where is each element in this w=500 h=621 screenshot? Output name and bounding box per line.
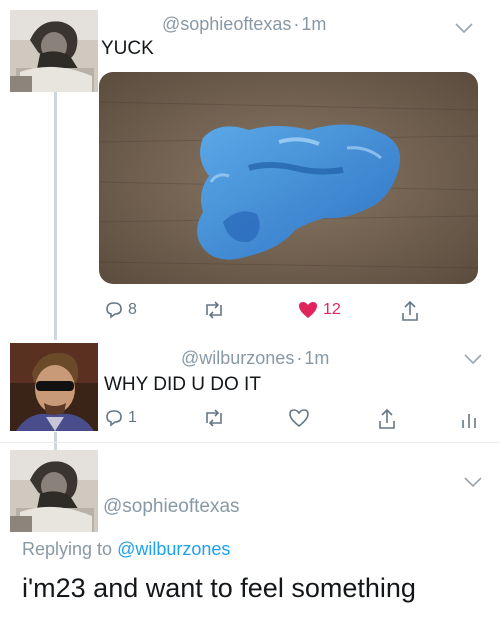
analytics-icon (462, 414, 476, 428)
timestamp[interactable]: 1m (304, 348, 329, 368)
avatar[interactable] (10, 343, 98, 431)
tweet-header: @sophieoftexas · 1m (162, 14, 326, 35)
reply-count: 8 (128, 301, 137, 318)
divider (0, 442, 500, 443)
reply-icon (106, 302, 122, 319)
share-icon (402, 300, 418, 321)
reply-icon (106, 410, 122, 427)
retweet-icon (206, 409, 222, 427)
analytics-button[interactable] (460, 410, 478, 430)
share-icon (379, 408, 395, 429)
replying-to-link[interactable]: @wilburzones (117, 539, 230, 559)
like-button[interactable]: 12 (297, 300, 341, 320)
share-button[interactable] (400, 300, 420, 322)
retweet-button[interactable] (202, 408, 230, 428)
reply-count: 1 (128, 409, 137, 426)
tweet-header: @wilburzones · 1m (181, 348, 329, 369)
chevron-down-icon[interactable] (462, 474, 484, 490)
separator-dot: · (296, 348, 303, 368)
reply-button[interactable]: 1 (104, 408, 137, 428)
avatar[interactable] (10, 10, 98, 92)
replying-prefix: Replying to (22, 539, 113, 559)
retweet-icon (206, 301, 222, 319)
separator-dot: · (293, 14, 300, 34)
timestamp[interactable]: 1m (301, 14, 326, 34)
tweet-image[interactable] (99, 72, 478, 284)
username-link[interactable]: @sophieoftexas (162, 14, 291, 34)
heart-icon (289, 409, 309, 428)
chevron-down-icon[interactable] (462, 351, 484, 367)
like-count: 12 (323, 301, 341, 318)
tweet-text: WHY DID U DO IT (104, 374, 261, 395)
tweet-text: YUCK (101, 38, 154, 59)
chevron-down-icon[interactable] (453, 20, 475, 36)
like-button[interactable] (288, 408, 314, 428)
share-button[interactable] (377, 408, 397, 430)
reply-button[interactable]: 8 (104, 300, 137, 320)
replying-to: Replying to @wilburzones (22, 539, 230, 560)
username-link[interactable]: @wilburzones (181, 348, 294, 368)
thread-line (54, 92, 57, 340)
heart-filled-icon (299, 302, 317, 318)
thread-line (54, 432, 57, 450)
avatar[interactable] (10, 450, 98, 532)
retweet-button[interactable] (202, 300, 230, 320)
tweet-text: i'm23 and want to feel something (22, 573, 416, 603)
username-link[interactable]: @sophieoftexas (103, 496, 240, 518)
